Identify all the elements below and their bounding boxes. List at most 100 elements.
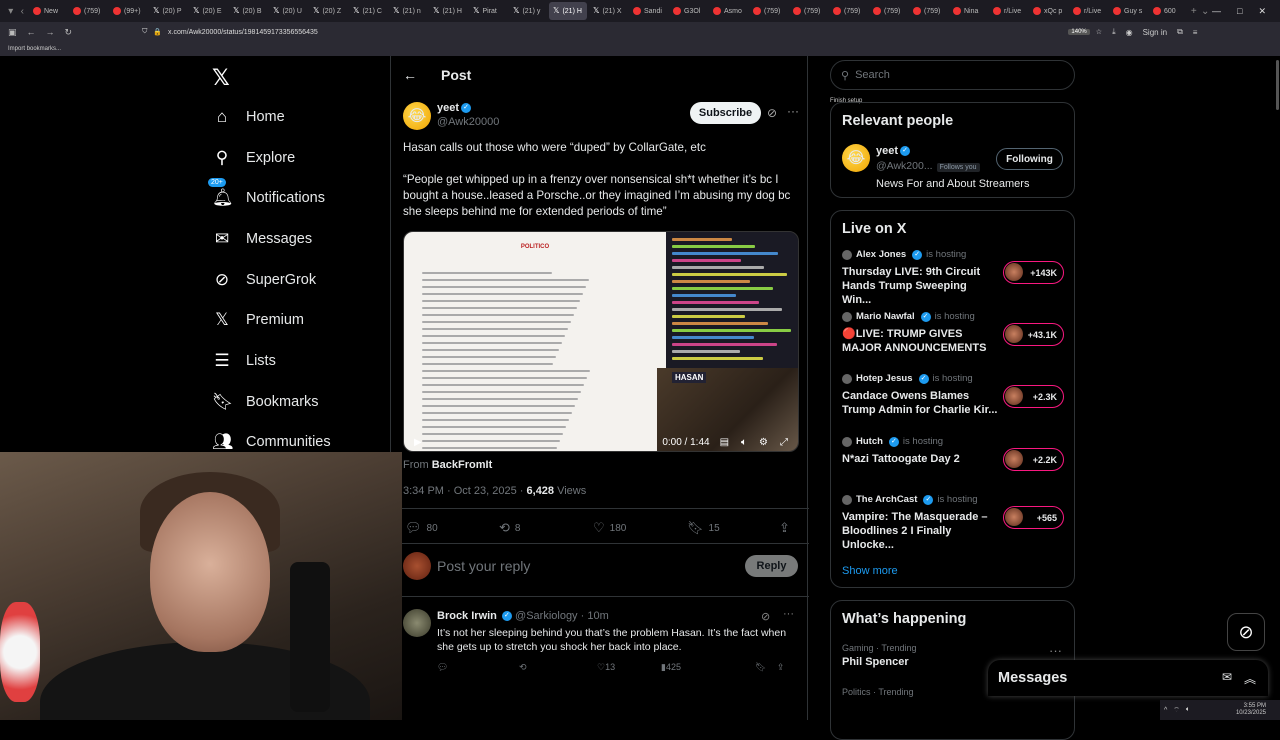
host-name[interactable]: Hutch — [856, 436, 883, 447]
settings-icon[interactable]: ⚙ — [759, 437, 768, 448]
nav-home[interactable]: ⌂ Home — [212, 102, 285, 132]
live-title-text[interactable]: N*azi Tattoogate Day 2 — [842, 452, 998, 466]
back-arrow-icon[interactable]: ← — [403, 67, 417, 83]
show-more-link[interactable]: Show more — [842, 565, 898, 577]
browser-tab[interactable]: 𝕏 (20) B — [229, 2, 267, 20]
host-avatar[interactable] — [842, 436, 852, 447]
more-options-icon[interactable]: ··· — [787, 104, 799, 118]
browser-tab[interactable]: 𝕏 (20) E — [189, 2, 227, 20]
host-name[interactable]: The ArchCast — [856, 494, 917, 505]
live-title-text[interactable]: Thursday LIVE: 9th Circuit Hands Trump S… — [842, 265, 998, 307]
post-video[interactable]: POLITICO HASAN ▶ 0:00 / 1:44 ▤ 🔈︎ ⚙ ⤢ — [403, 231, 799, 452]
live-item[interactable]: Alex Jones ✓ is hosting Thursday LIVE: 9th … — [842, 249, 1067, 307]
forward-icon[interactable]: → — [46, 27, 55, 37]
grok-icon[interactable]: ⊘ — [761, 610, 770, 623]
more-options-icon[interactable]: ··· — [783, 608, 794, 620]
listener-count[interactable]: +2.3K — [1003, 385, 1064, 408]
browser-tab[interactable]: (759) — [69, 2, 107, 20]
nav-bookmarks[interactable]: 🔖︎ Bookmarks — [212, 387, 319, 417]
compose-message-icon[interactable]: ✉ — [1222, 670, 1232, 687]
reply-bookmark-icon[interactable]: 🔖︎ — [755, 662, 766, 673]
fullscreen-icon[interactable]: ⤢ — [780, 437, 788, 448]
browser-tab[interactable]: xQc p — [1029, 2, 1067, 20]
browser-tab[interactable]: 𝕏 (21) y — [509, 2, 547, 20]
browser-tab[interactable]: (759) — [869, 2, 907, 20]
reply-handle[interactable]: @Sarkiology — [515, 610, 578, 622]
bookmark-star-icon[interactable]: ☆ — [1096, 28, 1102, 36]
tray-chevron-icon[interactable]: ^ — [1164, 707, 1167, 714]
x-logo-icon[interactable]: 𝕏 — [212, 65, 230, 91]
browser-tab[interactable]: r/Live — [989, 2, 1027, 20]
nav-explore[interactable]: ⚲ Explore — [212, 143, 295, 173]
relevant-avatar[interactable]: 😂 — [842, 144, 870, 172]
live-item[interactable]: The ArchCast ✓ is hosting Vampire: The Masq… — [842, 494, 1067, 552]
site-info-icon[interactable]: ⛉ — [142, 28, 147, 36]
reply-author-name[interactable]: Brock Irwin — [437, 610, 497, 622]
host-avatar[interactable] — [842, 494, 852, 505]
trend-title[interactable]: Phil Spencer — [842, 656, 909, 668]
browser-tab[interactable]: Asmo — [709, 2, 747, 20]
browser-tab[interactable]: r/Live — [1069, 2, 1107, 20]
browser-tab[interactable]: Nina — [949, 2, 987, 20]
user-avatar[interactable] — [403, 552, 431, 580]
reply-button[interactable]: Reply — [745, 555, 798, 577]
live-title-text[interactable]: Vampire: The Masquerade – Bloodlines 2 I… — [842, 510, 998, 552]
reply-views-action[interactable]: ▮ 425 — [661, 662, 681, 673]
author-avatar[interactable]: 😂 — [403, 102, 431, 130]
share-action[interactable]: ⇪ — [779, 520, 790, 536]
reply-like-action[interactable]: ♡ 13 — [597, 662, 615, 673]
browser-tab[interactable]: 𝕏 (20) Z — [309, 2, 347, 20]
post-timestamp[interactable]: 3:34 PM · Oct 23, 2025 · — [403, 485, 527, 497]
reload-icon[interactable]: ↻ — [65, 27, 73, 38]
reply-avatar[interactable] — [403, 609, 431, 637]
zoom-level[interactable]: 140% — [1068, 29, 1090, 35]
captions-icon[interactable]: ▤ — [720, 437, 729, 448]
tab-back-icon[interactable]: ‹ — [18, 6, 28, 17]
subscribe-button[interactable]: Subscribe — [690, 102, 761, 124]
live-title-text[interactable]: 🔴LIVE: TRUMP GIVES MAJOR ANNOUNCEMENTS — [842, 327, 998, 355]
browser-tab[interactable]: 𝕏 Pirat — [469, 2, 507, 20]
following-button[interactable]: Following — [996, 148, 1063, 170]
trend-more-icon[interactable]: ··· — [1049, 643, 1062, 658]
author-name[interactable]: yeet — [437, 102, 459, 114]
reply-action[interactable]: 💬︎ 80 — [405, 520, 438, 536]
taskbar-clock[interactable]: 3:55 PM 10/23/2025 — [1236, 703, 1280, 717]
tab-list-icon[interactable]: ▾ — [6, 6, 16, 17]
back-icon[interactable]: ← — [27, 27, 36, 37]
host-name[interactable]: Alex Jones — [856, 249, 906, 260]
live-title-text[interactable]: Candace Owens Blames Trump Admin for Cha… — [842, 389, 998, 417]
like-action[interactable]: ♡ 180 — [593, 520, 626, 536]
browser-tab[interactable]: 𝕏 (21) H — [429, 2, 467, 20]
nav-premium[interactable]: 𝕏 Premium — [212, 305, 304, 335]
bookmark-action[interactable]: 🔖︎ 15 — [687, 520, 720, 536]
relevant-name[interactable]: yeet — [876, 145, 898, 157]
reply-repost-icon[interactable]: ⟲ — [519, 662, 527, 673]
search-input[interactable]: ⚲ Search — [830, 60, 1075, 90]
browser-tab[interactable]: New — [29, 2, 67, 20]
browser-tab[interactable]: 𝕏 (21) n — [389, 2, 427, 20]
listener-count[interactable]: +565 — [1003, 506, 1064, 529]
browser-tab[interactable]: 𝕏 (20) U — [269, 2, 307, 20]
author-name-row[interactable]: yeet ✓ — [437, 102, 472, 114]
from-source-link[interactable]: BackFromIt — [432, 459, 493, 471]
listener-count[interactable]: +2.2K — [1003, 448, 1064, 471]
reply-tweet[interactable]: Brock Irwin ✓ @Sarkiology · 10m ⊘ ··· It… — [391, 596, 809, 688]
live-item[interactable]: Mario Nawfal ✓ is hosting 🔴LIVE: TRUMP GIVE… — [842, 311, 1067, 355]
browser-tab[interactable]: (759) — [749, 2, 787, 20]
maximize-icon[interactable]: □ — [1237, 6, 1242, 17]
browser-tab[interactable]: 600 — [1149, 2, 1187, 20]
relevant-name-row[interactable]: yeet ✓ — [876, 145, 911, 157]
browser-tab[interactable]: (99+) — [109, 2, 147, 20]
grok-icon[interactable]: ⊘ — [767, 106, 777, 120]
host-avatar[interactable] — [842, 249, 852, 260]
reply-share-icon[interactable]: ⇪ — [777, 662, 785, 673]
nav-supergrok[interactable]: ⊘ SuperGrok — [212, 265, 316, 295]
minimize-icon[interactable]: — — [1212, 6, 1221, 17]
host-name[interactable]: Mario Nawfal — [856, 311, 915, 322]
extensions-icon[interactable]: ⧉ — [1177, 27, 1183, 37]
nav-lists[interactable]: ☰ Lists — [212, 346, 275, 376]
browser-tab[interactable]: Sandi — [629, 2, 667, 20]
play-icon[interactable]: ▶ — [414, 437, 422, 448]
menu-icon[interactable]: ≡ — [1193, 28, 1198, 37]
live-item[interactable]: Hutch ✓ is hosting N*azi Tattoogate Day 2 +2… — [842, 436, 1067, 471]
